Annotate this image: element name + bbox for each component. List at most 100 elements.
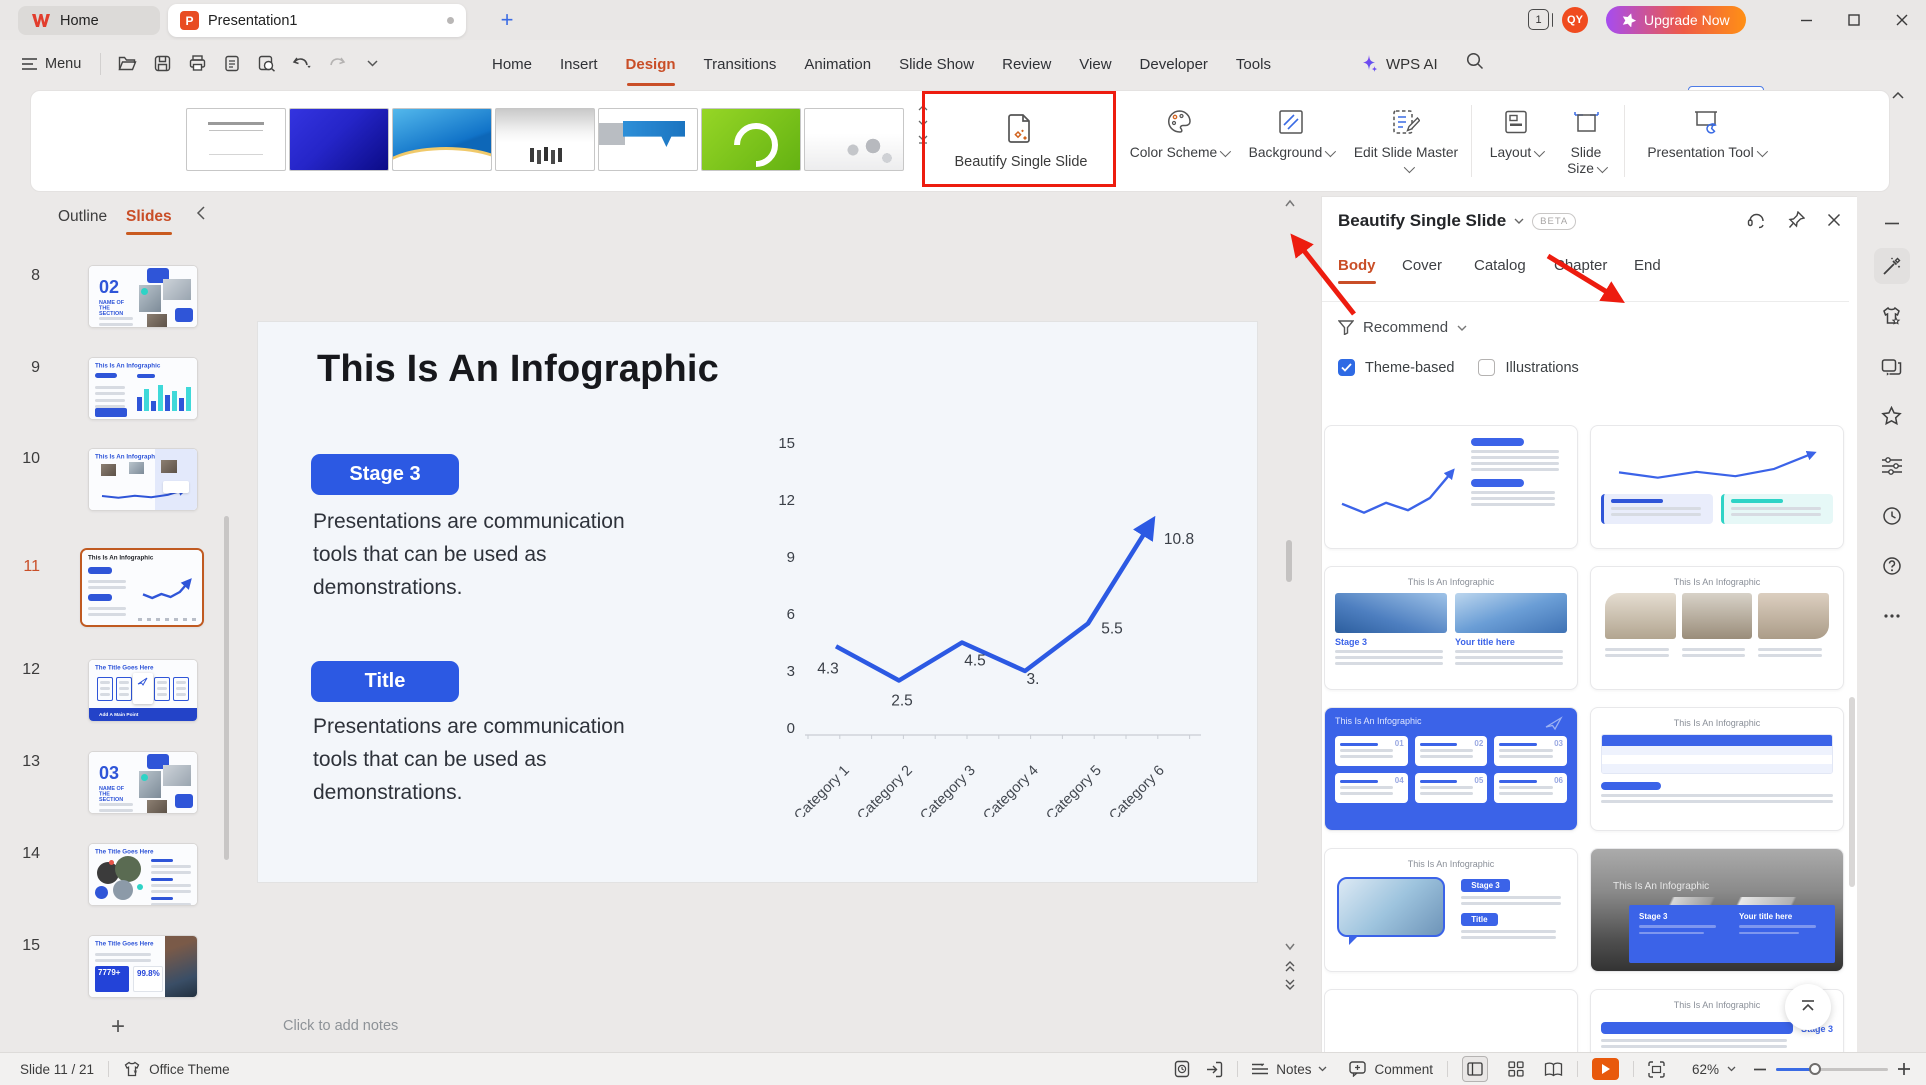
save-icon[interactable] xyxy=(149,50,175,76)
search-icon[interactable] xyxy=(1466,52,1484,70)
panel-tab-end[interactable]: End xyxy=(1634,257,1661,274)
zoom-level[interactable]: 62% xyxy=(1681,1062,1719,1077)
checkbox-label[interactable]: Illustrations xyxy=(1505,360,1578,376)
panel-title-chevron-icon[interactable] xyxy=(1514,218,1524,224)
find-replace-icon[interactable] xyxy=(254,50,280,76)
slide-thumbnail-11[interactable]: This Is An Infographic xyxy=(80,548,204,627)
stage-pill[interactable]: Stage 3 xyxy=(311,454,459,495)
comment-button[interactable]: Comment xyxy=(1374,1062,1433,1077)
theme-thumbnail-banner[interactable] xyxy=(598,108,698,171)
ribbon-tab-animation[interactable]: Animation xyxy=(790,40,885,88)
support-headset-icon[interactable] xyxy=(1747,211,1766,229)
title-paragraph[interactable]: Presentations are communication tools th… xyxy=(313,710,673,809)
avatar[interactable]: QY xyxy=(1562,7,1588,33)
theme-thumbnail-navy[interactable] xyxy=(289,108,389,171)
notes-toggle[interactable]: Notes xyxy=(1276,1062,1311,1077)
panel-tab-body[interactable]: Body xyxy=(1338,257,1376,274)
ribbon-button-edit-slide-master[interactable]: Edit Slide Master xyxy=(1347,91,1465,191)
collapse-ribbon-icon[interactable] xyxy=(1892,92,1904,99)
panel-tab-cover[interactable]: Cover xyxy=(1402,257,1442,274)
ribbon-button-background[interactable]: Background xyxy=(1235,91,1347,191)
close-panel-icon[interactable] xyxy=(1827,213,1841,227)
template-card-4-three-photos[interactable]: This Is An Infographic xyxy=(1590,566,1844,690)
slide-thumbnail-15[interactable]: The Title Goes Here 7779+ 99.8% xyxy=(88,935,198,998)
panel-tab-chapter[interactable]: Chapter xyxy=(1554,257,1607,274)
theme-thumbnail-sil[interactable] xyxy=(495,108,595,171)
play-time-icon[interactable] xyxy=(1174,1060,1190,1078)
theme-thumbnail-wave[interactable] xyxy=(392,108,492,171)
ribbon-tab-tools[interactable]: Tools xyxy=(1222,40,1285,88)
slide-thumbnail-14[interactable]: The Title Goes Here xyxy=(88,843,198,906)
zoom-slider-handle[interactable] xyxy=(1809,1063,1821,1075)
template-card-1-chart-side-text[interactable] xyxy=(1324,425,1578,549)
zoom-out-button[interactable] xyxy=(1754,1068,1766,1071)
slide-thumbnail-8[interactable]: 02NAME OF THE SECTION xyxy=(88,265,198,328)
template-card-7-bubble-photo[interactable]: This Is An InfographicStage 3Title xyxy=(1324,848,1578,972)
slide-editing-surface[interactable]: This Is An Infographic Stage 3 Presentat… xyxy=(258,322,1257,882)
tab-slides[interactable]: Slides xyxy=(126,208,172,226)
canvas-scrollbar[interactable] xyxy=(1286,540,1292,582)
checkbox-theme-based[interactable] xyxy=(1338,359,1355,376)
back-to-top-button[interactable] xyxy=(1785,984,1831,1030)
ribbon-tab-review[interactable]: Review xyxy=(988,40,1065,88)
stage-paragraph[interactable]: Presentations are communication tools th… xyxy=(313,505,673,604)
add-comment-icon[interactable] xyxy=(1349,1061,1366,1077)
template-card-8-mountain[interactable]: This Is An InfographicStage 3Your title … xyxy=(1590,848,1844,972)
checkbox-illustrations[interactable] xyxy=(1478,359,1495,376)
slide-thumbnail-13[interactable]: 03NAME OF THE SECTION xyxy=(88,751,198,814)
new-tab-button[interactable]: + xyxy=(494,7,520,33)
ribbon-tab-slide-show[interactable]: Slide Show xyxy=(885,40,988,88)
zoom-slider[interactable] xyxy=(1776,1068,1888,1071)
ribbon-button-layout[interactable]: Layout xyxy=(1478,91,1554,191)
notes-chevron-icon[interactable] xyxy=(1318,1066,1327,1072)
document-tab[interactable]: P Presentation1 xyxy=(168,4,466,37)
checkbox-label[interactable]: Theme-based xyxy=(1365,360,1454,376)
close-button[interactable] xyxy=(1878,0,1926,40)
home-tab[interactable]: Home xyxy=(18,6,160,35)
open-folder-icon[interactable] xyxy=(114,50,140,76)
ribbon-tab-design[interactable]: Design xyxy=(612,40,690,88)
collapse-sidebar-icon[interactable] xyxy=(196,206,205,220)
template-card-5-blue-cards[interactable]: This Is An Infographic010203040506 xyxy=(1324,707,1578,831)
hide-rail-icon[interactable] xyxy=(1874,212,1910,234)
export-icon[interactable] xyxy=(219,50,245,76)
ribbon-button-color-scheme[interactable]: Color Scheme xyxy=(1123,91,1235,191)
add-slide-button[interactable]: + xyxy=(103,1012,133,1042)
template-card-3-two-photos[interactable]: This Is An InfographicStage 3Your title … xyxy=(1324,566,1578,690)
ribbon-tab-transitions[interactable]: Transitions xyxy=(690,40,791,88)
theme-thumbnail-pie[interactable] xyxy=(701,108,801,171)
reading-view-button[interactable] xyxy=(1544,1062,1563,1077)
favorites-star-icon[interactable] xyxy=(1874,398,1910,434)
theme-name[interactable]: Office Theme xyxy=(149,1062,230,1077)
template-card-2-chart-two-boxes[interactable] xyxy=(1590,425,1844,549)
template-card-6-table[interactable]: This Is An Infographic xyxy=(1590,707,1844,831)
switch-layout-icon[interactable] xyxy=(1874,348,1910,384)
wps-ai-button[interactable]: WPS AI xyxy=(1360,40,1438,88)
panel-tab-catalog[interactable]: Catalog xyxy=(1474,257,1526,274)
slideshow-play-button[interactable] xyxy=(1592,1058,1619,1080)
zoom-chevron-icon[interactable] xyxy=(1727,1066,1736,1072)
upgrade-now-button[interactable]: Upgrade Now xyxy=(1606,6,1746,34)
template-card-9-photo-partial[interactable]: The Title Goes Here xyxy=(1324,989,1578,1053)
theme-thumbnail-gears[interactable] xyxy=(804,108,904,171)
beautify-rail-icon[interactable] xyxy=(1874,248,1910,284)
theme-clothes-icon[interactable] xyxy=(1874,298,1910,334)
tab-outline[interactable]: Outline xyxy=(58,208,107,226)
sign-in-icon[interactable] xyxy=(1206,1061,1223,1078)
zoom-in-button[interactable] xyxy=(1898,1063,1910,1075)
ribbon-button-slide-size[interactable]: Slide Size xyxy=(1554,91,1618,191)
slide-thumbnail-10[interactable]: This Is An Infographic xyxy=(88,448,198,511)
redo-button[interactable] xyxy=(324,50,350,76)
next-slide-icon[interactable] xyxy=(1284,978,1296,991)
previous-slide-icon[interactable] xyxy=(1284,960,1296,973)
undo-button[interactable] xyxy=(289,50,315,76)
history-clock-icon[interactable] xyxy=(1874,498,1910,534)
slide-thumbnail-12[interactable]: The Title Goes Here Add A Main Point xyxy=(88,659,198,722)
rail-more-icon[interactable] xyxy=(1874,598,1910,634)
ribbon-button-presentation-tool[interactable]: Presentation Tool xyxy=(1631,91,1781,191)
title-pill[interactable]: Title xyxy=(311,661,459,702)
window-count-badge[interactable]: 1 xyxy=(1528,9,1549,30)
theme-thumbnail-master[interactable] xyxy=(186,108,286,171)
quick-access-more-icon[interactable] xyxy=(359,50,385,76)
scroll-down-icon[interactable] xyxy=(1284,942,1296,952)
